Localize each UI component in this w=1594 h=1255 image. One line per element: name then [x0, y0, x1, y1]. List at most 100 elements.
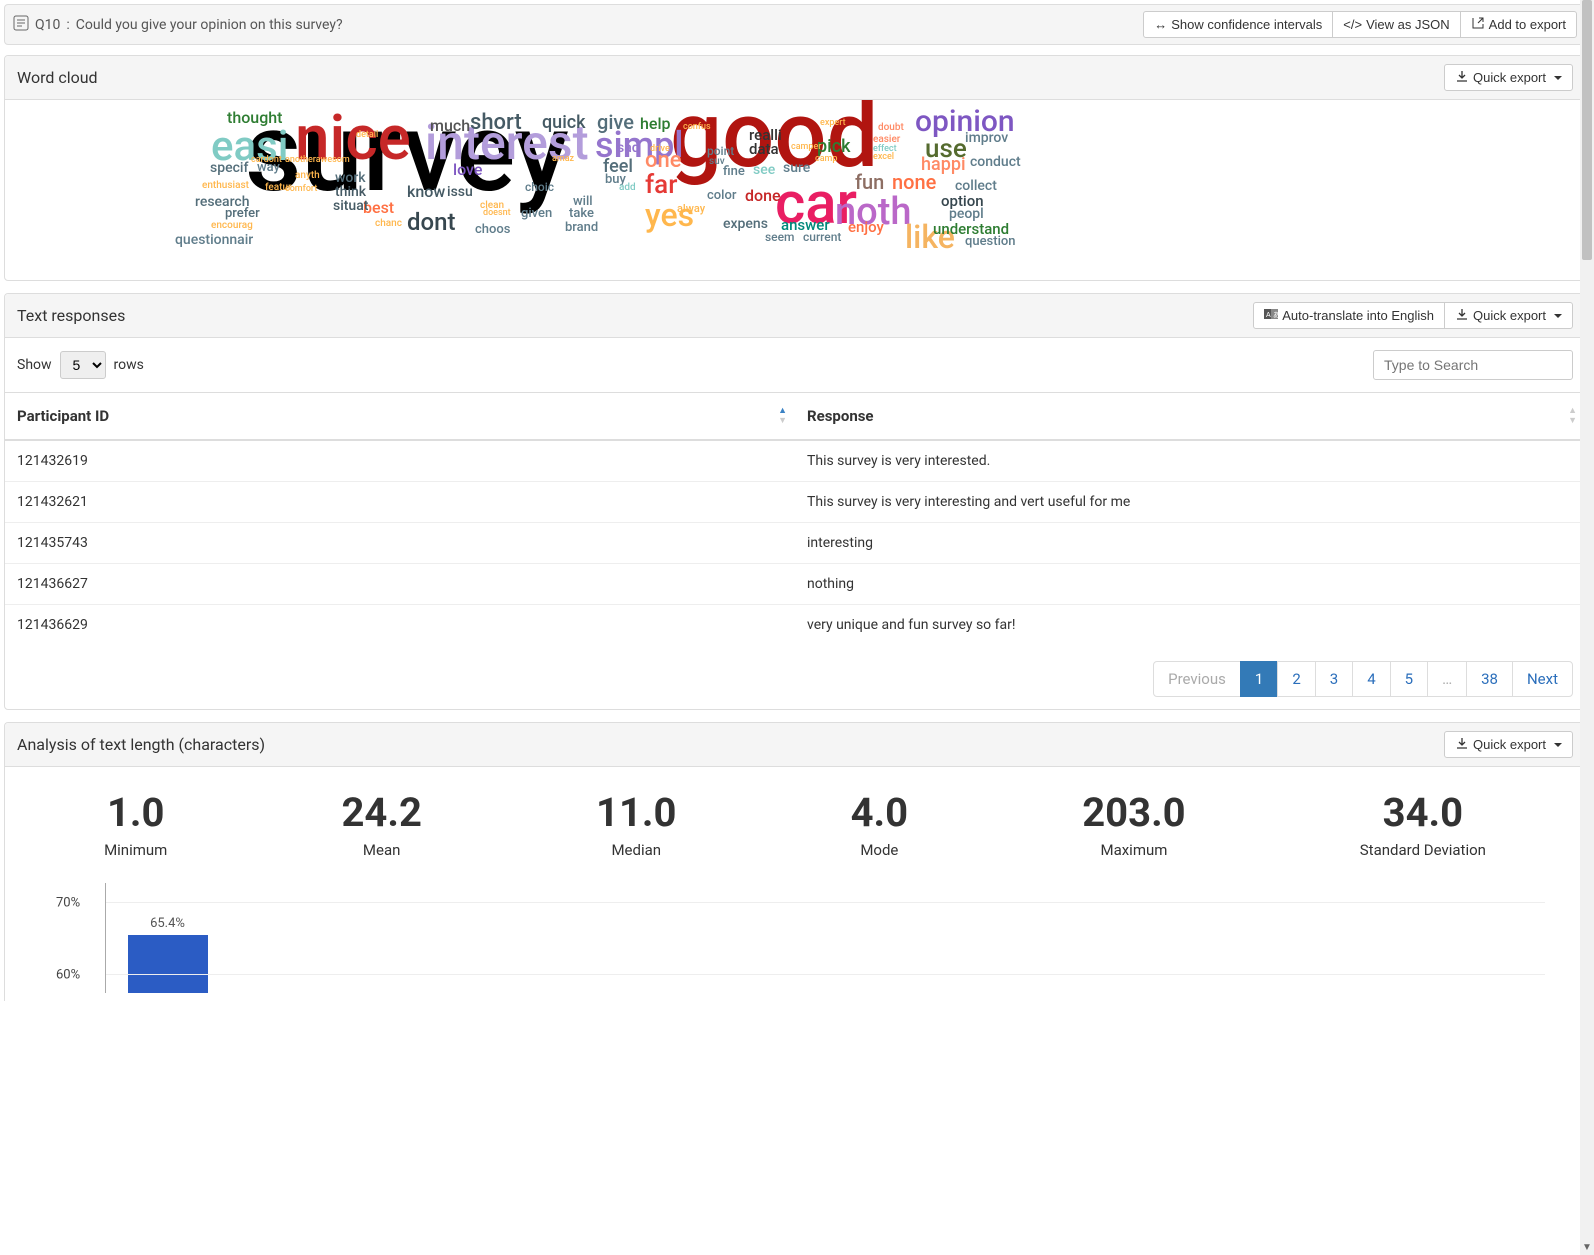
wordcloud-word: camp	[815, 154, 837, 164]
text-length-chart: 70% 60% 65.4%	[5, 883, 1585, 1001]
wordcloud-word: chanc	[375, 218, 402, 229]
caret-down-icon	[1554, 743, 1562, 747]
wordcloud-word: amaz	[552, 154, 574, 164]
wordcloud-quick-export-button[interactable]: Quick export	[1444, 64, 1573, 91]
wordcloud-word: improv	[965, 130, 1008, 146]
analysis-quick-export-button[interactable]: Quick export	[1444, 731, 1573, 758]
stats-row: 1.0Minimum24.2Mean11.0Median4.0Mode203.0…	[5, 767, 1585, 883]
wordcloud-word: give	[597, 110, 634, 134]
auto-translate-button[interactable]: Aあ Auto-translate into English	[1253, 302, 1445, 329]
scroll-down-icon[interactable]: ▼	[1580, 1241, 1594, 1255]
column-response[interactable]: Response ▲▼	[795, 393, 1585, 441]
table-row: 121436629very unique and fun survey so f…	[5, 605, 1585, 646]
sort-icon: ▲▼	[778, 407, 787, 425]
wordcloud-word: doesnt	[483, 208, 511, 218]
caret-down-icon	[1554, 76, 1562, 80]
wordcloud-word: anotherawesom	[285, 155, 350, 165]
wordcloud-word: conduct	[970, 154, 1021, 170]
column-participant-id[interactable]: Participant ID ▲▼	[5, 393, 795, 441]
wordcloud-word: love	[453, 160, 482, 179]
wordcloud-word: fine	[723, 164, 745, 179]
add-to-export-button[interactable]: Add to export	[1460, 11, 1577, 38]
pagination-page[interactable]: 3	[1315, 661, 1353, 697]
question-code: Q10	[35, 17, 60, 33]
wordcloud-word: confus	[683, 122, 711, 132]
scrollbar[interactable]: ▲ ▼	[1580, 0, 1594, 1255]
wordcloud-word: fun	[855, 170, 884, 194]
wordcloud-word: camper	[791, 142, 821, 152]
wordcloud-word: current	[803, 230, 841, 244]
table-row: 121432619This survey is very interested.	[5, 440, 1585, 482]
wordcloud-word: much	[430, 116, 470, 135]
question-header: Q10: Could you give your opinion on this…	[4, 4, 1586, 45]
wordcloud-panel: Word cloud Quick export surveygoodnicein…	[4, 55, 1586, 281]
wordcloud-word: seem	[765, 230, 794, 244]
pagination-next[interactable]: Next	[1512, 661, 1573, 697]
analysis-panel: Analysis of text length (characters) Qui…	[4, 722, 1586, 1001]
search-input[interactable]	[1373, 350, 1573, 380]
pagination-page[interactable]: 4	[1352, 661, 1390, 697]
wordcloud-word: enthusiast	[202, 180, 249, 191]
caret-down-icon	[1554, 314, 1562, 318]
wordcloud-word: alway	[677, 202, 705, 215]
wordcloud-word: see	[753, 162, 775, 178]
wordcloud-word: enjoy	[848, 218, 884, 236]
analysis-title: Analysis of text length (characters)	[17, 735, 1444, 754]
scroll-thumb[interactable]	[1582, 0, 1592, 260]
download-icon	[1455, 69, 1469, 86]
wordcloud-word: done	[745, 186, 781, 205]
wordcloud-word: expens	[723, 216, 768, 232]
wordcloud-word: drive	[650, 144, 670, 154]
stat-label: Standard Deviation	[1360, 841, 1486, 859]
responses-table: Participant ID ▲▼ Response ▲▼	[5, 392, 1585, 645]
pagination-previous: Previous	[1153, 661, 1241, 697]
table-row: 121432621This survey is very interesting…	[5, 482, 1585, 523]
participant-id-cell: 121435743	[5, 523, 795, 564]
wordcloud-word: suv	[709, 156, 725, 167]
bar: 65.4%	[120, 883, 215, 993]
table-row: 121435743interesting	[5, 523, 1585, 564]
svg-text:あ: あ	[1273, 311, 1278, 319]
response-cell: interesting	[795, 523, 1585, 564]
pagination-page[interactable]: 5	[1390, 661, 1428, 697]
wordcloud-word: quick	[542, 112, 586, 133]
wordcloud-word: comfort	[285, 184, 317, 194]
wordcloud-word: color	[707, 188, 736, 203]
text-responses-quick-export-button[interactable]: Quick export	[1444, 302, 1573, 329]
show-label: Show	[17, 357, 52, 373]
response-cell: This survey is very interesting and vert…	[795, 482, 1585, 523]
view-as-json-button[interactable]: </> View as JSON	[1332, 11, 1460, 38]
wordcloud-word: doubt	[878, 122, 904, 133]
question-icon	[13, 15, 29, 35]
wordcloud-word: happi	[921, 154, 966, 175]
rows-label: rows	[114, 357, 144, 373]
stat: 4.0Mode	[851, 791, 909, 859]
wordcloud-word: given	[521, 206, 552, 221]
wordcloud-word: encourag	[211, 220, 253, 231]
show-confidence-intervals-button[interactable]: ↔ Show confidence intervals	[1143, 11, 1333, 38]
pagination-page[interactable]: 38	[1466, 661, 1513, 697]
table-row: 121436627nothing	[5, 564, 1585, 605]
stat-label: Maximum	[1082, 841, 1185, 859]
stat: 203.0Maximum	[1082, 791, 1185, 859]
translate-icon: Aあ	[1264, 308, 1278, 323]
rows-per-page-select[interactable]: 5	[60, 351, 106, 379]
wordcloud-word: sad	[617, 140, 640, 156]
stat: 11.0Median	[596, 791, 676, 859]
wordcloud-word: anyth	[295, 170, 320, 181]
pagination-page[interactable]: 2	[1277, 661, 1315, 697]
wordcloud-word: brand	[565, 220, 598, 235]
stat-value: 34.0	[1360, 791, 1486, 835]
code-icon: </>	[1343, 17, 1362, 32]
download-icon	[1455, 307, 1469, 324]
stat: 34.0 Standard Deviation	[1360, 791, 1486, 859]
wordcloud-word: issu	[447, 184, 473, 200]
participant-id-cell: 121436629	[5, 605, 795, 646]
wordcloud-word: work	[335, 170, 366, 186]
participant-id-cell: 121436627	[5, 564, 795, 605]
text-responses-title: Text responses	[17, 306, 1253, 325]
pagination-page[interactable]: 1	[1240, 661, 1278, 697]
export-icon	[1471, 16, 1485, 33]
participant-id-cell: 121432621	[5, 482, 795, 523]
pagination-ellipsis: …	[1427, 661, 1467, 697]
